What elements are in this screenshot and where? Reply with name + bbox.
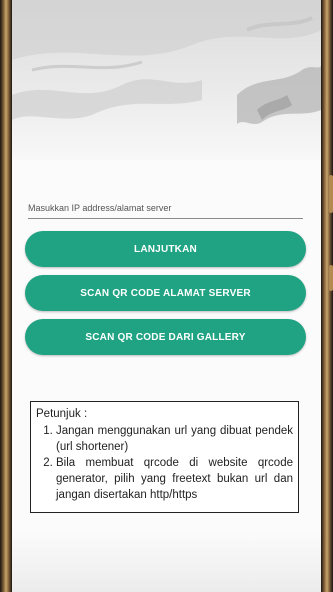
scan-qr-gallery-button[interactable]: SCAN QR CODE DARI GALLERY bbox=[25, 319, 306, 355]
continue-button[interactable]: LANJUTKAN bbox=[25, 231, 306, 267]
instructions-title: Petunjuk : bbox=[36, 408, 88, 420]
app-screen: LANJUTKAN SCAN QR CODE ALAMAT SERVER SCA… bbox=[12, 0, 321, 592]
header-banner-image bbox=[12, 0, 321, 160]
instructions-list: Jangan menggunakan url yang dibuat pende… bbox=[36, 423, 293, 503]
instruction-item: Jangan menggunakan url yang dibuat pende… bbox=[56, 423, 293, 455]
brush-stroke-decoration bbox=[12, 0, 321, 124]
server-address-input[interactable] bbox=[28, 200, 303, 219]
volume-button bbox=[329, 175, 333, 213]
instruction-item: Bila membuat qrcode di website qrcode ge… bbox=[56, 455, 293, 503]
scan-qr-server-button[interactable]: SCAN QR CODE ALAMAT SERVER bbox=[25, 275, 306, 311]
bottom-area bbox=[12, 532, 321, 592]
power-button bbox=[329, 265, 333, 291]
instructions-box: Petunjuk : Jangan menggunakan url yang d… bbox=[30, 401, 299, 513]
